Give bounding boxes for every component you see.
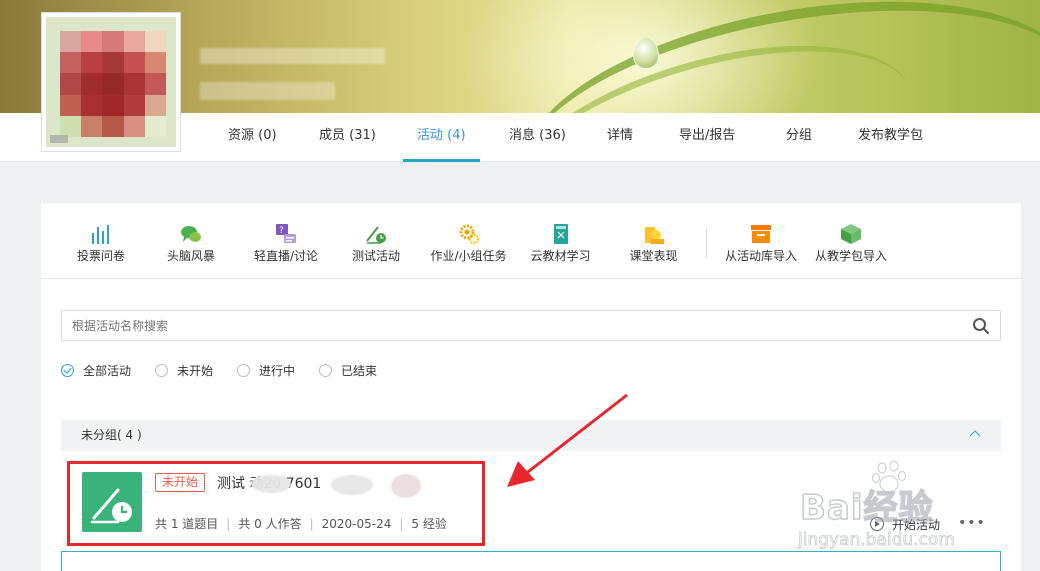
- tool-label: 投票问卷: [76, 249, 125, 263]
- tab-groups[interactable]: 分组: [786, 113, 812, 162]
- group-title: 未分组( 4 ): [81, 428, 142, 442]
- toolbar-divider: [706, 228, 707, 258]
- watermark-url: jingyan.baidu.com: [798, 530, 956, 551]
- activity-search-box: [61, 310, 1001, 341]
- chevron-up-icon[interactable]: [969, 430, 981, 442]
- cloud-textbook-button[interactable]: 云教材学习: [528, 203, 593, 279]
- group-header-ungrouped[interactable]: 未分组( 4 ): [61, 420, 1001, 451]
- archive-box-icon: [751, 225, 771, 243]
- search-icon[interactable]: [972, 317, 990, 335]
- import-from-library-button[interactable]: 从活动库导入: [721, 203, 801, 279]
- chat-bubbles-icon: [181, 226, 201, 242]
- tool-label: 轻直播/讨论: [253, 249, 319, 263]
- highlight-box-annotation: [67, 461, 485, 546]
- activity-toolbar: 投票问卷 头脑风暴 ? 轻直播/讨论 测试活动 作业/小组任务 云教材学习 课堂…: [41, 203, 1021, 279]
- test-pen-clock-icon: [366, 226, 386, 244]
- tab-resources[interactable]: 资源 (0): [228, 113, 277, 162]
- question-discuss-icon: ?: [276, 224, 296, 243]
- pixelated-cover-image: [60, 31, 166, 137]
- tab-publish-package[interactable]: 发布教学包: [858, 113, 923, 162]
- import-from-package-button[interactable]: 从教学包导入: [811, 203, 891, 279]
- radio-checked-icon: [61, 364, 74, 377]
- tab-details[interactable]: 详情: [607, 113, 633, 162]
- blurred-course-name: [200, 48, 385, 64]
- radio-unchecked-icon: [237, 364, 250, 377]
- baidu-jingyan-watermark: Bai经验 jingyan.baidu.com: [790, 458, 990, 568]
- bar-chart-icon: [92, 225, 109, 244]
- tool-label: 课堂表现: [629, 249, 678, 263]
- live-discuss-button[interactable]: ? 轻直播/讨论: [246, 203, 326, 279]
- tool-label: 作业/小组任务: [430, 249, 507, 263]
- tab-export-report[interactable]: 导出/报告: [679, 113, 735, 162]
- tool-label: 云教材学习: [530, 249, 591, 263]
- blurred-course-subtitle: [200, 82, 335, 100]
- radio-unchecked-icon: [319, 364, 332, 377]
- vote-survey-button[interactable]: 投票问卷: [71, 203, 131, 279]
- tab-activities[interactable]: 活动 (4): [403, 113, 480, 162]
- person-card-icon: [644, 227, 664, 244]
- watermark-logo: Bai经验: [799, 487, 934, 529]
- course-cover: [41, 12, 181, 152]
- tool-label: 测试活动: [351, 249, 400, 263]
- homework-task-button[interactable]: 作业/小组任务: [426, 203, 511, 279]
- book-icon: [553, 224, 568, 244]
- tab-members[interactable]: 成员 (31): [319, 113, 376, 162]
- tool-label: 头脑风暴: [166, 249, 215, 263]
- activity-search-input[interactable]: [62, 311, 942, 340]
- svg-text:?: ?: [279, 226, 284, 236]
- gears-icon: [459, 224, 479, 245]
- package-cube-icon: [841, 224, 861, 244]
- class-performance-button[interactable]: 课堂表现: [621, 203, 686, 279]
- brainstorm-button[interactable]: 头脑风暴: [161, 203, 221, 279]
- tool-label: 从教学包导入: [814, 249, 887, 263]
- radio-unchecked-icon: [155, 364, 168, 377]
- water-drop-image: [633, 37, 659, 69]
- tab-messages[interactable]: 消息 (36): [509, 113, 566, 162]
- test-activity-button[interactable]: 测试活动: [346, 203, 406, 279]
- tool-label: 从活动库导入: [724, 249, 797, 263]
